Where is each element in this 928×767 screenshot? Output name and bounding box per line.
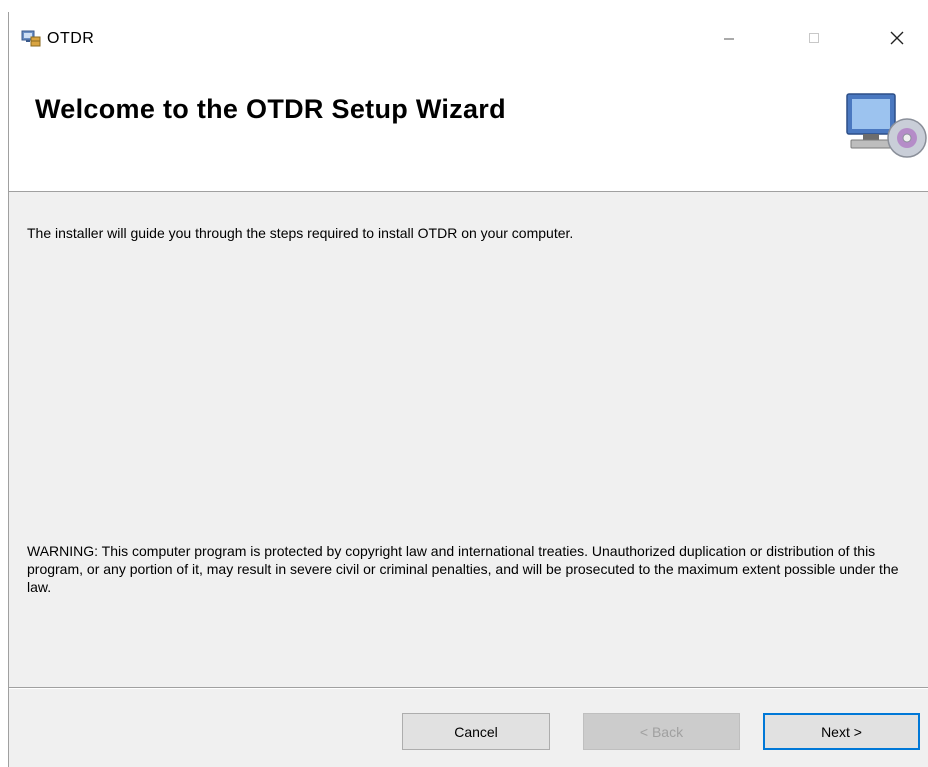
- cancel-button[interactable]: Cancel: [402, 713, 550, 750]
- next-button[interactable]: Next >: [763, 713, 920, 750]
- footer-divider: [9, 687, 928, 689]
- window-title: OTDR: [47, 30, 95, 47]
- minimize-button[interactable]: [699, 12, 759, 64]
- close-button[interactable]: [867, 12, 927, 64]
- wizard-banner: Welcome to the OTDR Setup Wizard: [9, 64, 928, 192]
- intro-text: The installer will guide you through the…: [27, 225, 574, 241]
- maximize-button[interactable]: [784, 12, 844, 64]
- back-button[interactable]: < Back: [583, 713, 740, 750]
- maximize-icon: [809, 33, 819, 43]
- copyright-warning: WARNING: This computer program is protec…: [27, 543, 899, 595]
- wizard-title: Welcome to the OTDR Setup Wizard: [35, 94, 506, 124]
- close-icon: [890, 31, 904, 45]
- setup-wizard-window: OTDR Welcome to the OTDR Setup Wizard Th…: [8, 12, 928, 767]
- minimize-icon: [724, 38, 734, 40]
- title-bar[interactable]: OTDR: [9, 12, 928, 64]
- computer-install-icon: [846, 93, 927, 158]
- installer-icon: [21, 30, 41, 47]
